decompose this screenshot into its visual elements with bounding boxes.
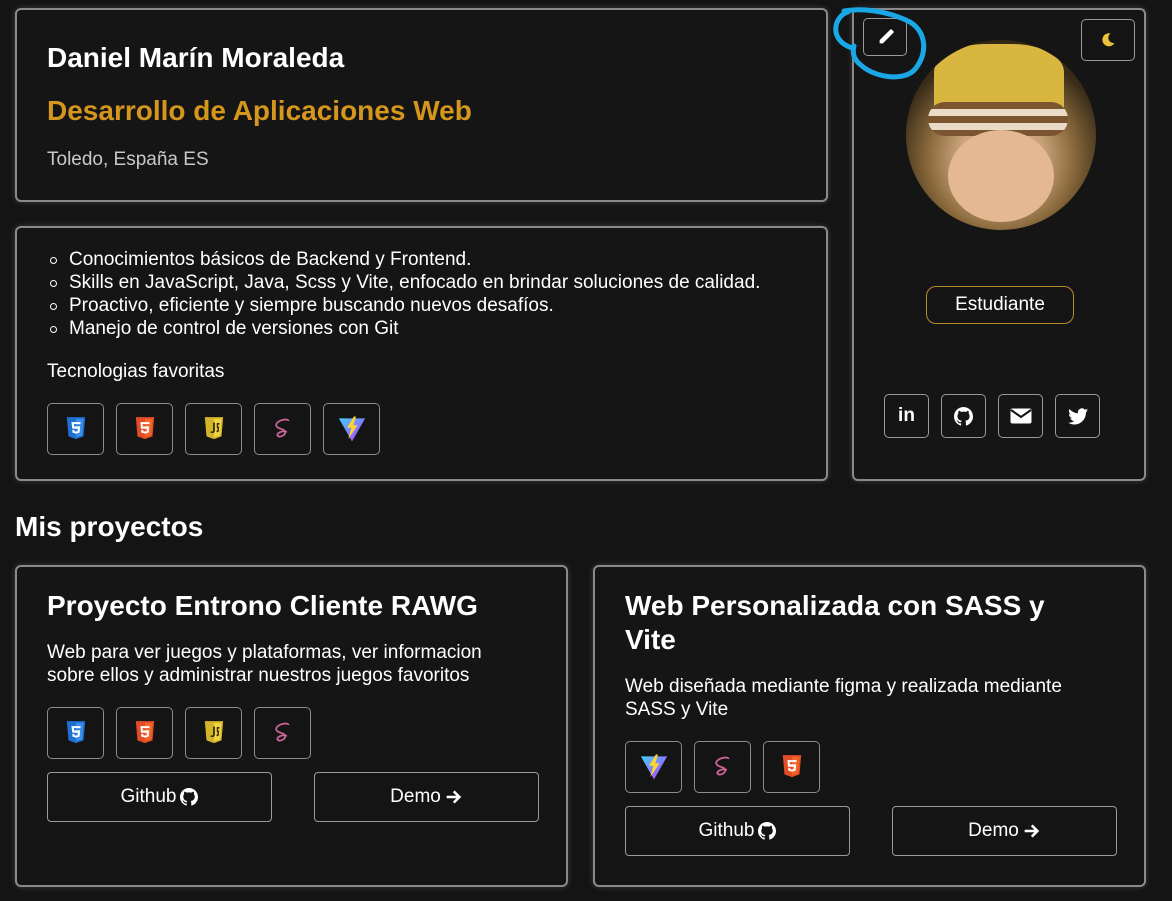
status-badge: Estudiante bbox=[926, 286, 1074, 324]
profile-name: Daniel Marín Moraleda bbox=[47, 42, 345, 73]
avatar-face bbox=[948, 130, 1054, 222]
email-icon[interactable] bbox=[998, 394, 1043, 438]
about-card: Conocimientos básicos de Backend y Front… bbox=[15, 226, 828, 481]
project-description: Web diseñada mediante figma y realizada … bbox=[625, 676, 1062, 720]
section-title-projects: Mis proyectos bbox=[15, 511, 204, 542]
profile-location: Toledo, España ES bbox=[47, 149, 209, 170]
arrow-right-icon bbox=[445, 788, 463, 806]
css3-icon bbox=[47, 707, 104, 759]
project-description: Web para ver juegos y plataformas, ver i… bbox=[47, 642, 482, 686]
annotation-circle bbox=[833, 7, 927, 80]
project-title: Proyecto Entrono Cliente RAWG bbox=[47, 590, 478, 621]
project-card: Web Personalizada con SASS y Vite Web di… bbox=[593, 565, 1146, 887]
github-icon[interactable] bbox=[941, 394, 986, 438]
skill-item: Skills en JavaScript, Java, Scss y Vite,… bbox=[49, 272, 761, 293]
twitter-icon[interactable] bbox=[1055, 394, 1100, 438]
status-badge-label: Estudiante bbox=[955, 294, 1045, 315]
demo-button[interactable]: Demo bbox=[892, 806, 1117, 856]
github-icon bbox=[758, 822, 776, 840]
linkedin-icon[interactable]: in bbox=[884, 394, 929, 438]
html5-icon bbox=[763, 741, 820, 793]
vite-icon bbox=[323, 403, 380, 455]
sass-icon bbox=[254, 403, 311, 455]
theme-toggle-button[interactable] bbox=[1081, 19, 1135, 61]
project-title: Web Personalizada con SASS y Vite bbox=[625, 590, 1045, 655]
skill-item: Manejo de control de versiones con Git bbox=[49, 317, 760, 340]
project-tech-icons bbox=[625, 741, 820, 793]
html5-icon bbox=[116, 403, 173, 455]
moon-icon bbox=[1102, 33, 1115, 47]
demo-button[interactable]: Demo bbox=[314, 772, 539, 822]
html5-icon bbox=[116, 707, 173, 759]
vite-icon bbox=[625, 741, 682, 793]
github-icon bbox=[180, 788, 198, 806]
arrow-right-icon bbox=[1023, 822, 1041, 840]
header-card: Daniel Marín Moraleda Desarrollo de Apli… bbox=[15, 8, 828, 202]
project-card: Proyecto Entrono Cliente RAWG Web para v… bbox=[15, 565, 568, 887]
github-button[interactable]: Github bbox=[625, 806, 850, 856]
javascript-icon bbox=[185, 707, 242, 759]
sass-icon bbox=[694, 741, 751, 793]
project-tech-icons bbox=[47, 707, 311, 759]
github-button-label: Github bbox=[120, 786, 177, 807]
skills-list: Conocimientos básicos de Backend y Front… bbox=[47, 248, 760, 340]
social-links: in bbox=[884, 394, 1100, 438]
github-button[interactable]: Github bbox=[47, 772, 272, 822]
sass-icon bbox=[254, 707, 311, 759]
demo-button-label: Demo bbox=[390, 786, 441, 807]
profile-role: Desarrollo de Aplicaciones Web bbox=[47, 95, 472, 126]
css3-icon bbox=[47, 403, 104, 455]
demo-button-label: Demo bbox=[968, 820, 1019, 841]
favorite-tech-icons bbox=[47, 403, 380, 455]
github-button-label: Github bbox=[698, 820, 755, 841]
tech-heading: Tecnologias favoritas bbox=[47, 361, 225, 382]
javascript-icon bbox=[185, 403, 242, 455]
skill-item: Proactivo, eficiente y siempre buscando … bbox=[49, 294, 760, 317]
skill-item: Conocimientos básicos de Backend y Front… bbox=[49, 248, 760, 271]
